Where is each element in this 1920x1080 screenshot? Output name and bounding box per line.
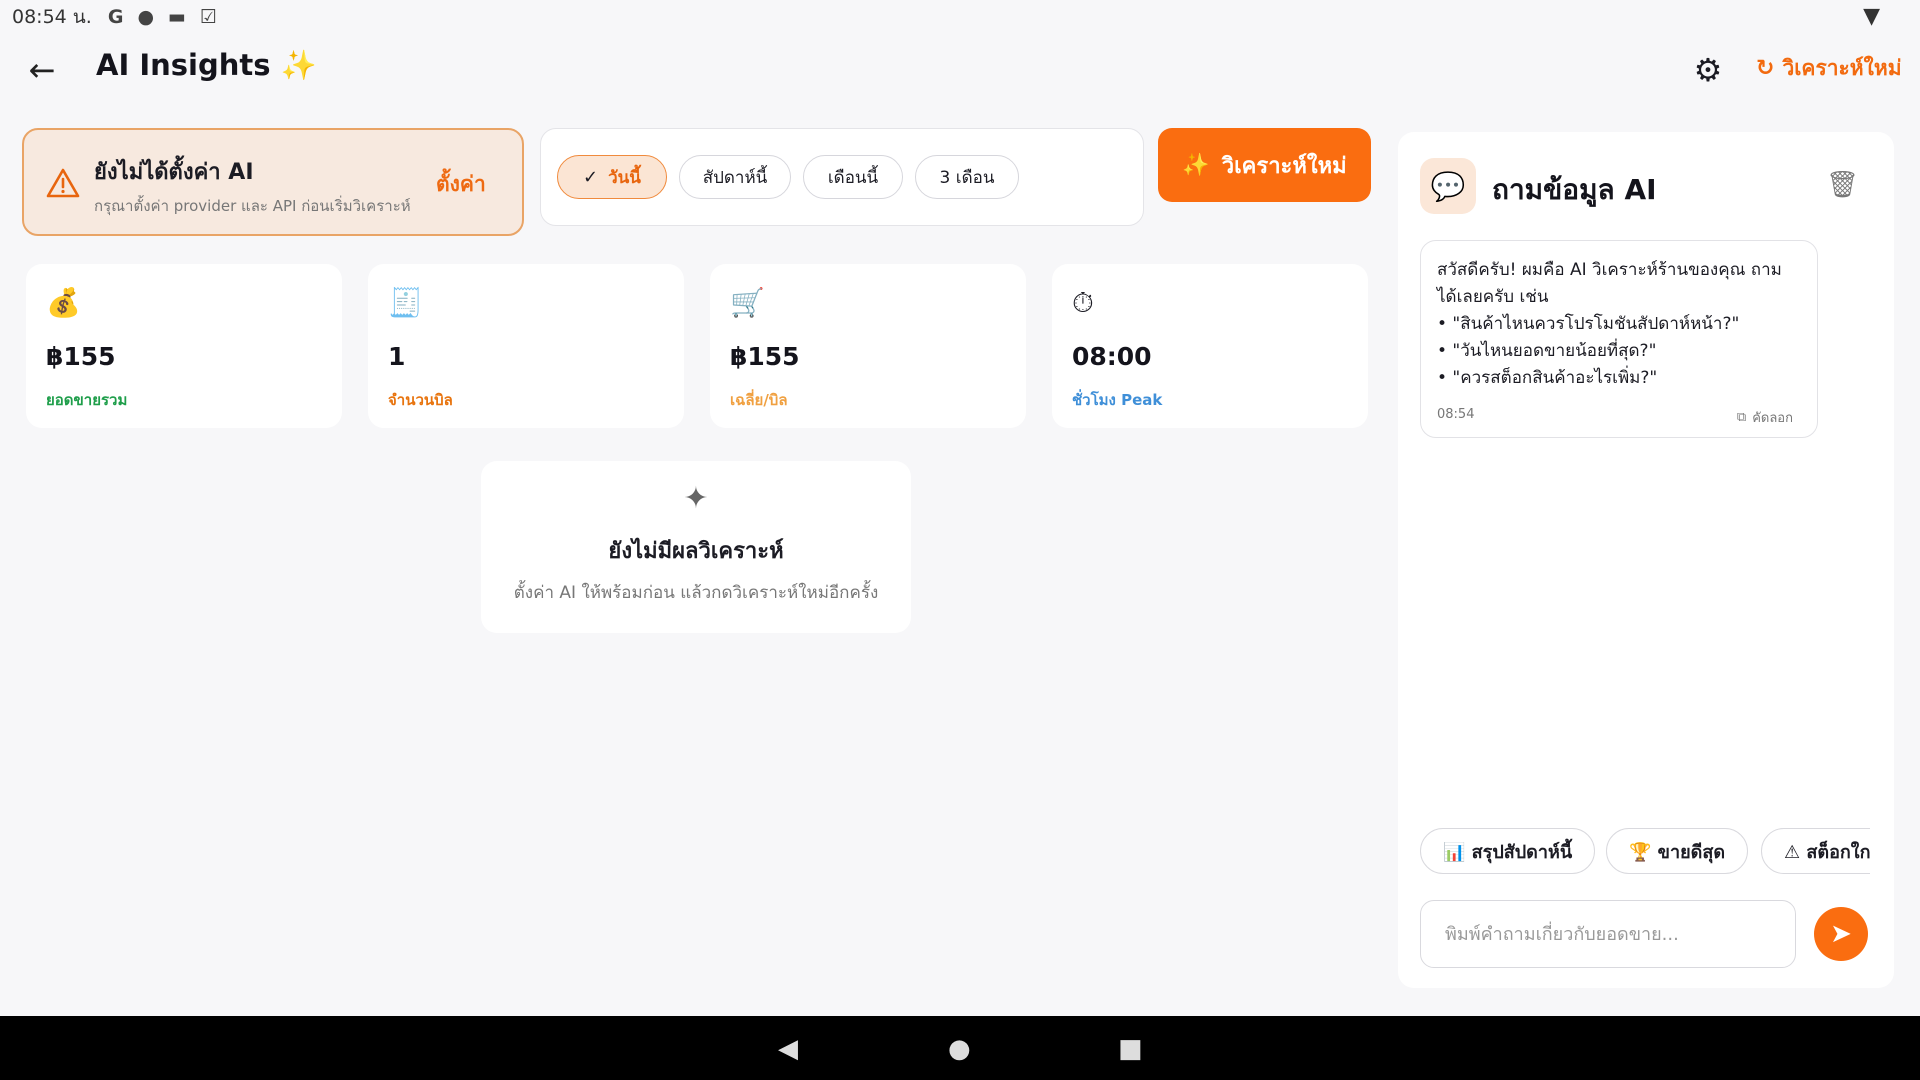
send-icon: ➤ bbox=[1830, 919, 1852, 949]
camera-icon: ▬ bbox=[168, 6, 186, 28]
empty-state-title: ยังไม่มีผลวิเคราะห์ bbox=[608, 539, 784, 564]
message-line: • "สินค้าไหนควรโปรโมชันสัปดาห์หน้า?" bbox=[1437, 314, 1740, 334]
stat-label: จำนวนบิล bbox=[388, 391, 453, 409]
period-chip-label: เดือนนี้ bbox=[827, 167, 879, 188]
chat-bubble-icon: 💬 bbox=[1420, 158, 1476, 214]
wifi-icon: ▼ bbox=[1863, 4, 1880, 29]
stat-value: 08:00 bbox=[1072, 342, 1152, 371]
nav-back-icon[interactable]: ◀ bbox=[778, 1034, 798, 1064]
period-chip-today[interactable]: ✓ วันนี้ bbox=[557, 155, 667, 199]
warning-icon bbox=[46, 168, 80, 198]
person-icon: ● bbox=[137, 6, 155, 28]
ai-setup-warning: ยังไม่ได้ตั้งค่า AI กรุณาตั้งค่า provide… bbox=[22, 128, 524, 236]
quick-action-low-stock[interactable]: ⚠ สต็อกใกล้หมด bbox=[1761, 828, 1870, 874]
message-line: • "วันไหนยอดขายน้อยที่สุด?" bbox=[1437, 341, 1657, 361]
stat-card-avg-per-bill: 🛒 ฿155 เฉลี่ย/บิล bbox=[710, 264, 1026, 428]
back-button[interactable]: ← bbox=[20, 48, 64, 92]
status-icons: G ● ▬ ☑ bbox=[108, 6, 217, 28]
empty-state-subtitle: ตั้งค่า AI ให้พร้อมก่อน แล้วกดวิเคราะห์ใ… bbox=[513, 583, 879, 603]
chat-message: สวัสดีครับ! ผมคือ AI วิเคราะห์ร้านของคุณ… bbox=[1420, 240, 1818, 438]
analyze-button-label: วิเคราะห์ใหม่ bbox=[1221, 153, 1347, 179]
sparkles-icon: ✦ bbox=[683, 481, 709, 516]
period-chip-this-week[interactable]: สัปดาห์นี้ bbox=[679, 155, 791, 199]
stat-value: ฿155 bbox=[46, 342, 116, 371]
check-icon: ☑ bbox=[199, 6, 218, 28]
stat-label: ยอดขายรวม bbox=[46, 391, 128, 409]
nav-recents-icon[interactable]: ■ bbox=[1118, 1034, 1143, 1064]
settings-button[interactable]: ⚙ bbox=[1688, 50, 1728, 90]
stopwatch-icon: ⏱ bbox=[1072, 286, 1094, 319]
money-bag-icon: 💰 bbox=[46, 286, 81, 319]
message-line: สวัสดีครับ! ผมคือ AI วิเคราะห์ร้านของคุณ… bbox=[1437, 260, 1782, 280]
quick-actions: 📊 สรุปสัปดาห์นี้ 🏆 ขายดีสุด ⚠ สต็อกใกล้ห… bbox=[1420, 828, 1870, 874]
app-bar: ← AI Insights ✨ ⚙ ↻ วิเคราะห์ใหม่ bbox=[0, 34, 1920, 106]
stat-label: ชั่วโมง Peak bbox=[1072, 391, 1163, 409]
ai-chat-panel: 💬 ถามข้อมูล AI 🗑 สวัสดีครับ! ผมคือ AI วิ… bbox=[1398, 132, 1894, 988]
quick-action-weekly-summary[interactable]: 📊 สรุปสัปดาห์นี้ bbox=[1420, 828, 1596, 874]
stat-card-bill-count: 🧾 1 จำนวนบิล bbox=[368, 264, 684, 428]
gear-icon: ⚙ bbox=[1693, 51, 1723, 89]
empty-state: ✦ ยังไม่มีผลวิเคราะห์ ตั้งค่า AI ให้พร้อ… bbox=[481, 461, 911, 633]
quick-action-best-seller[interactable]: 🏆 ขายดีสุด bbox=[1606, 828, 1749, 874]
period-chip-this-month[interactable]: เดือนนี้ bbox=[803, 155, 903, 199]
trash-icon: 🗑 bbox=[1826, 170, 1860, 200]
warning-title: ยังไม่ได้ตั้งค่า AI bbox=[94, 160, 254, 185]
stat-value: ฿155 bbox=[730, 342, 800, 371]
period-chip-label: 3 เดือน bbox=[939, 167, 995, 188]
refresh-icon: ↻ bbox=[1756, 56, 1775, 81]
warning-subtitle: กรุณาตั้งค่า provider และ API ก่อนเริ่มว… bbox=[94, 197, 411, 215]
receipt-icon: 🧾 bbox=[388, 286, 423, 319]
status-time: 08:54 น. bbox=[12, 6, 92, 28]
analyze-button[interactable]: ✨ วิเคราะห์ใหม่ bbox=[1158, 128, 1371, 202]
copy-button-label: คัดลอก bbox=[1752, 411, 1793, 426]
copy-button[interactable]: ⧉ คัดลอก bbox=[1737, 407, 1793, 428]
stat-card-total-sales: 💰 ฿155 ยอดขายรวม bbox=[26, 264, 342, 428]
send-button[interactable]: ➤ bbox=[1814, 907, 1868, 961]
chat-input[interactable] bbox=[1420, 900, 1796, 968]
system-nav-bar: ◀ ● ■ bbox=[0, 1016, 1920, 1080]
period-chip-3-months[interactable]: 3 เดือน bbox=[915, 155, 1019, 199]
reanalyze-link[interactable]: ↻ วิเคราะห์ใหม่ bbox=[1756, 52, 1902, 85]
cart-icon: 🛒 bbox=[730, 286, 765, 319]
clear-chat-button[interactable]: 🗑 bbox=[1826, 170, 1859, 200]
page-title: AI Insights ✨ bbox=[96, 48, 317, 82]
message-line: • "ควรสต็อกสินค้าอะไรเพิ่ม?" bbox=[1437, 368, 1658, 388]
period-selector: ✓ วันนี้ สัปดาห์นี้ เดือนนี้ 3 เดือน bbox=[540, 128, 1144, 226]
chat-icon-glyph: 💬 bbox=[1430, 169, 1466, 203]
period-chip-label: สัปดาห์นี้ bbox=[702, 167, 768, 188]
google-icon: G bbox=[107, 6, 124, 28]
nav-home-icon[interactable]: ● bbox=[948, 1034, 971, 1064]
status-bar: 08:54 น. G ● ▬ ☑ ▼ bbox=[0, 0, 1920, 34]
stat-card-peak-hour: ⏱ 08:00 ชั่วโมง Peak bbox=[1052, 264, 1368, 428]
sparkle-icon: ✨ bbox=[1182, 152, 1210, 178]
message-time: 08:54 bbox=[1437, 407, 1475, 422]
period-chip-label: วันนี้ bbox=[608, 167, 641, 188]
arrow-left-icon: ← bbox=[28, 51, 56, 89]
stat-label: เฉลี่ย/บิล bbox=[730, 391, 788, 409]
stat-value: 1 bbox=[388, 342, 406, 371]
setup-button[interactable]: ตั้งค่า bbox=[436, 168, 486, 201]
reanalyze-link-label: วิเคราะห์ใหม่ bbox=[1782, 56, 1902, 80]
message-line: ได้เลยครับ เช่น bbox=[1437, 287, 1549, 307]
message-meta: 08:54 ⧉ คัดลอก bbox=[1437, 407, 1793, 428]
copy-icon: ⧉ bbox=[1736, 410, 1747, 425]
check-icon: ✓ bbox=[583, 166, 599, 188]
chat-title: ถามข้อมูล AI bbox=[1492, 173, 1657, 206]
